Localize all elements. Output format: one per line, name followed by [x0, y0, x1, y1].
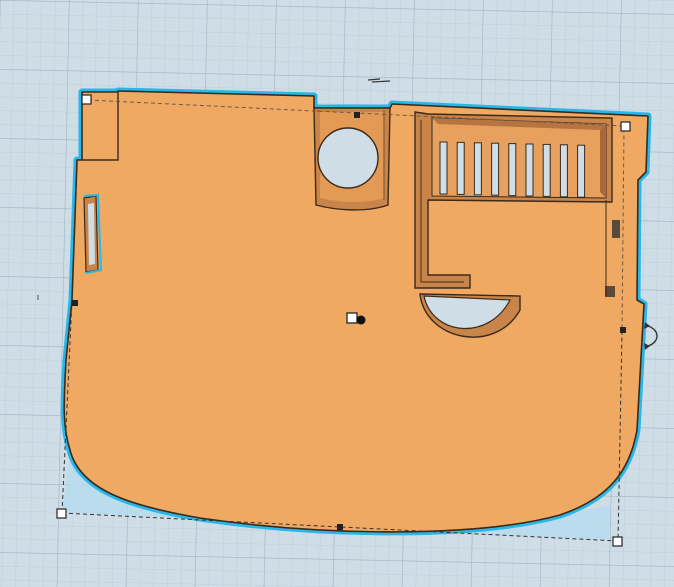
vent-slot: [577, 144, 586, 198]
vent-slot: [439, 141, 448, 195]
midpoint-handle-left[interactable]: [72, 300, 78, 306]
vent-slot: [491, 142, 500, 196]
vent-slot: [542, 143, 551, 197]
vent-slot: [508, 143, 517, 197]
resize-handle-top-left[interactable]: [81, 94, 92, 105]
vent-slot: [473, 142, 482, 196]
vent-slots: [439, 141, 586, 198]
midpoint-handle-top[interactable]: [354, 112, 360, 118]
round-cutout-pocket[interactable]: [313, 107, 391, 211]
resize-handle-bottom-left[interactable]: [56, 508, 67, 519]
design-canvas[interactable]: [0, 0, 674, 587]
vent-slot: [456, 141, 465, 195]
resize-handle-bottom-right[interactable]: [612, 536, 623, 547]
resize-handle-top-right[interactable]: [620, 121, 631, 132]
midpoint-handle-right[interactable]: [620, 327, 626, 333]
vent-slot: [525, 143, 534, 197]
vent-slot: [559, 144, 568, 198]
workplane-viewport[interactable]: [0, 0, 674, 587]
round-hole: [317, 127, 379, 189]
midpoint-handle-bottom[interactable]: [337, 524, 343, 530]
